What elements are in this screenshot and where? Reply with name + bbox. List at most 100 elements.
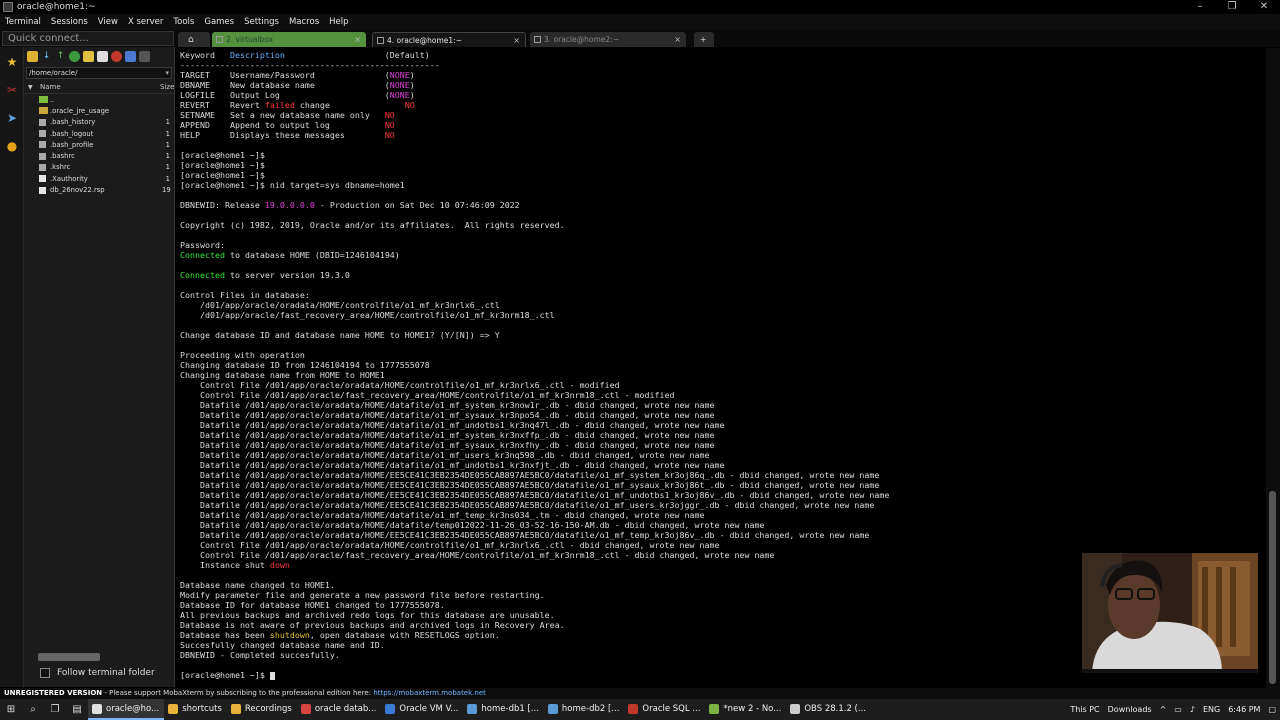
terminal-text: Password: <box>180 240 225 250</box>
file-list-item[interactable]: .kshrc 1 <box>24 162 174 173</box>
file-list-item[interactable]: .Xauthority 1 <box>24 173 174 184</box>
terminal-text: ----------------------------------------… <box>180 60 440 70</box>
terminal-text: Datafile /d01/app/oracle/oradata/HOME/da… <box>180 450 710 460</box>
new-file-icon[interactable] <box>97 50 108 62</box>
menu-bar: Terminal Sessions View X server Tools Ga… <box>0 14 1280 30</box>
system-tray: This PC Downloads ^ ▭ ♪ ENG 6:46 PM ▢ <box>1066 699 1280 720</box>
terminal-text: NO <box>384 120 395 130</box>
quick-connect-input[interactable]: Quick connect... <box>2 31 174 46</box>
menu-macros[interactable]: Macros <box>284 17 324 27</box>
send-icon[interactable]: ➤ <box>5 111 19 125</box>
follow-terminal-folder[interactable]: Follow terminal folder <box>40 668 155 678</box>
file-list-item[interactable]: .. <box>24 94 174 105</box>
delete-icon[interactable] <box>111 50 122 62</box>
network-icon[interactable]: ▭ <box>1170 705 1186 714</box>
menu-games[interactable]: Games <box>199 17 239 27</box>
taskbar-app[interactable]: Oracle SQL ... <box>624 699 705 720</box>
close-button[interactable]: ✕ <box>1248 0 1280 14</box>
file-list-item[interactable]: .bashrc 1 <box>24 150 174 161</box>
taskbar-app[interactable]: shortcuts <box>164 699 227 720</box>
app-icon <box>709 703 720 714</box>
subscribe-link[interactable]: https://mobaxterm.mobatek.net <box>373 689 486 697</box>
tab-home[interactable]: ⌂ <box>178 32 210 47</box>
file-list-item[interactable]: .bash_profile 1 <box>24 139 174 150</box>
taskbar-app[interactable]: home-db1 [... <box>463 699 544 720</box>
file-list-header: ▼ Name Size <box>24 81 174 94</box>
download-icon[interactable]: ↓ <box>41 51 52 62</box>
pinned-app-icon[interactable]: ▤ <box>66 699 88 720</box>
menu-view[interactable]: View <box>93 17 123 27</box>
new-folder-icon[interactable] <box>83 50 94 62</box>
terminal-text: NO <box>384 130 395 140</box>
file-list-item[interactable]: .bash_history 1 <box>24 117 174 128</box>
terminal-line: [oracle@home1 ~]$ <box>180 160 265 170</box>
refresh-icon[interactable] <box>69 50 80 62</box>
search-icon[interactable]: ⌕ <box>22 699 44 720</box>
tools-icon[interactable]: ✂ <box>5 83 19 97</box>
menu-settings[interactable]: Settings <box>239 17 284 27</box>
windows-start-icon[interactable]: ⊞ <box>0 699 22 720</box>
taskbar-app[interactable]: Recordings <box>227 699 297 720</box>
menu-help[interactable]: Help <box>324 17 353 27</box>
taskbar-app[interactable]: OBS 28.1.2 (... <box>786 699 871 720</box>
size-column-header[interactable]: Size <box>160 83 174 91</box>
menu-xserver[interactable]: X server <box>123 17 168 27</box>
terminal-text: APPEND Append to output log <box>180 120 385 130</box>
tab-oracle-home2[interactable]: 3. oracle@home2:~ × <box>530 32 686 47</box>
rename-icon[interactable] <box>125 50 136 62</box>
terminal-text: DBNEWID - Completed succesfully. <box>180 650 340 660</box>
taskbar-app[interactable]: *new 2 - No... <box>705 699 786 720</box>
tab-oracle-home1[interactable]: 4. oracle@home1:~ × <box>372 32 526 47</box>
notification-icon[interactable]: ▢ <box>1264 705 1280 714</box>
taskbar-app[interactable]: Oracle VM V... <box>381 699 463 720</box>
horizontal-scrollbar[interactable] <box>38 653 100 661</box>
app-icon <box>547 703 558 714</box>
terminal-text: NO <box>384 110 395 120</box>
close-tab-icon[interactable]: × <box>354 32 361 47</box>
terminal-text: Changing database name from HOME to HOME… <box>180 370 385 380</box>
name-column-header[interactable]: Name <box>40 83 160 91</box>
tab-virtualbox[interactable]: 2. virtualbox × <box>212 32 366 47</box>
file-name: .bash_history <box>50 118 96 127</box>
star-icon[interactable]: ★ <box>5 55 19 69</box>
upload-icon[interactable]: ↑ <box>55 51 66 62</box>
terminal-line: /d01/app/oracle/oradata/HOME/controlfile… <box>180 300 500 310</box>
taskbar-app[interactable]: home-db2 [... <box>544 699 625 720</box>
terminal-line: DBNEWID - Completed succesfully. <box>180 650 340 660</box>
scrollbar-thumb[interactable] <box>1269 491 1276 684</box>
minimize-button[interactable]: – <box>1184 0 1216 14</box>
follow-checkbox[interactable] <box>40 668 50 678</box>
file-list-item[interactable]: db_26nov22.rsp 19 <box>24 184 174 195</box>
menu-sessions[interactable]: Sessions <box>46 17 93 27</box>
volume-icon[interactable]: ♪ <box>1186 705 1199 714</box>
close-tab-icon[interactable]: × <box>513 33 520 48</box>
maximize-button[interactable]: ❐ <box>1216 0 1248 14</box>
clock[interactable]: 6:46 PM <box>1224 705 1264 714</box>
menu-terminal[interactable]: Terminal <box>0 17 46 27</box>
menu-tools[interactable]: Tools <box>168 17 199 27</box>
terminal-line: Datafile /d01/app/oracle/oradata/HOME/EE… <box>180 470 879 480</box>
this-pc-label[interactable]: This PC <box>1066 705 1103 714</box>
terminal-text: Control Files in database: <box>180 290 310 300</box>
path-input[interactable]: /home/oracle/ ▾ <box>26 67 172 79</box>
task-view-icon[interactable]: ❐ <box>44 699 66 720</box>
terminal-line: Database name changed to HOME1. <box>180 580 335 590</box>
chevron-down-icon[interactable]: ▾ <box>165 68 169 78</box>
downloads-label[interactable]: Downloads <box>1104 705 1156 714</box>
taskbar-app[interactable]: oracle@ho... <box>88 699 165 720</box>
new-tab-button[interactable]: + <box>694 32 714 47</box>
folder-icon <box>39 107 48 115</box>
collapse-icon[interactable]: ▼ <box>28 84 38 91</box>
macro-icon[interactable]: ● <box>5 139 19 153</box>
file-list-item[interactable]: .oracle_jre_usage <box>24 105 174 116</box>
folder-up-icon[interactable] <box>27 50 38 62</box>
language-indicator[interactable]: ENG <box>1199 705 1224 714</box>
follow-label: Follow terminal folder <box>57 668 155 678</box>
terminal-text: ) <box>409 80 415 90</box>
close-tab-icon[interactable]: × <box>674 32 681 47</box>
terminal-scrollbar[interactable] <box>1266 48 1280 688</box>
taskbar-app[interactable]: oracle datab... <box>297 699 382 720</box>
file-list-item[interactable]: .bash_logout 1 <box>24 128 174 139</box>
toggle-icon[interactable] <box>139 50 150 62</box>
chevron-up-icon[interactable]: ^ <box>1156 705 1171 714</box>
